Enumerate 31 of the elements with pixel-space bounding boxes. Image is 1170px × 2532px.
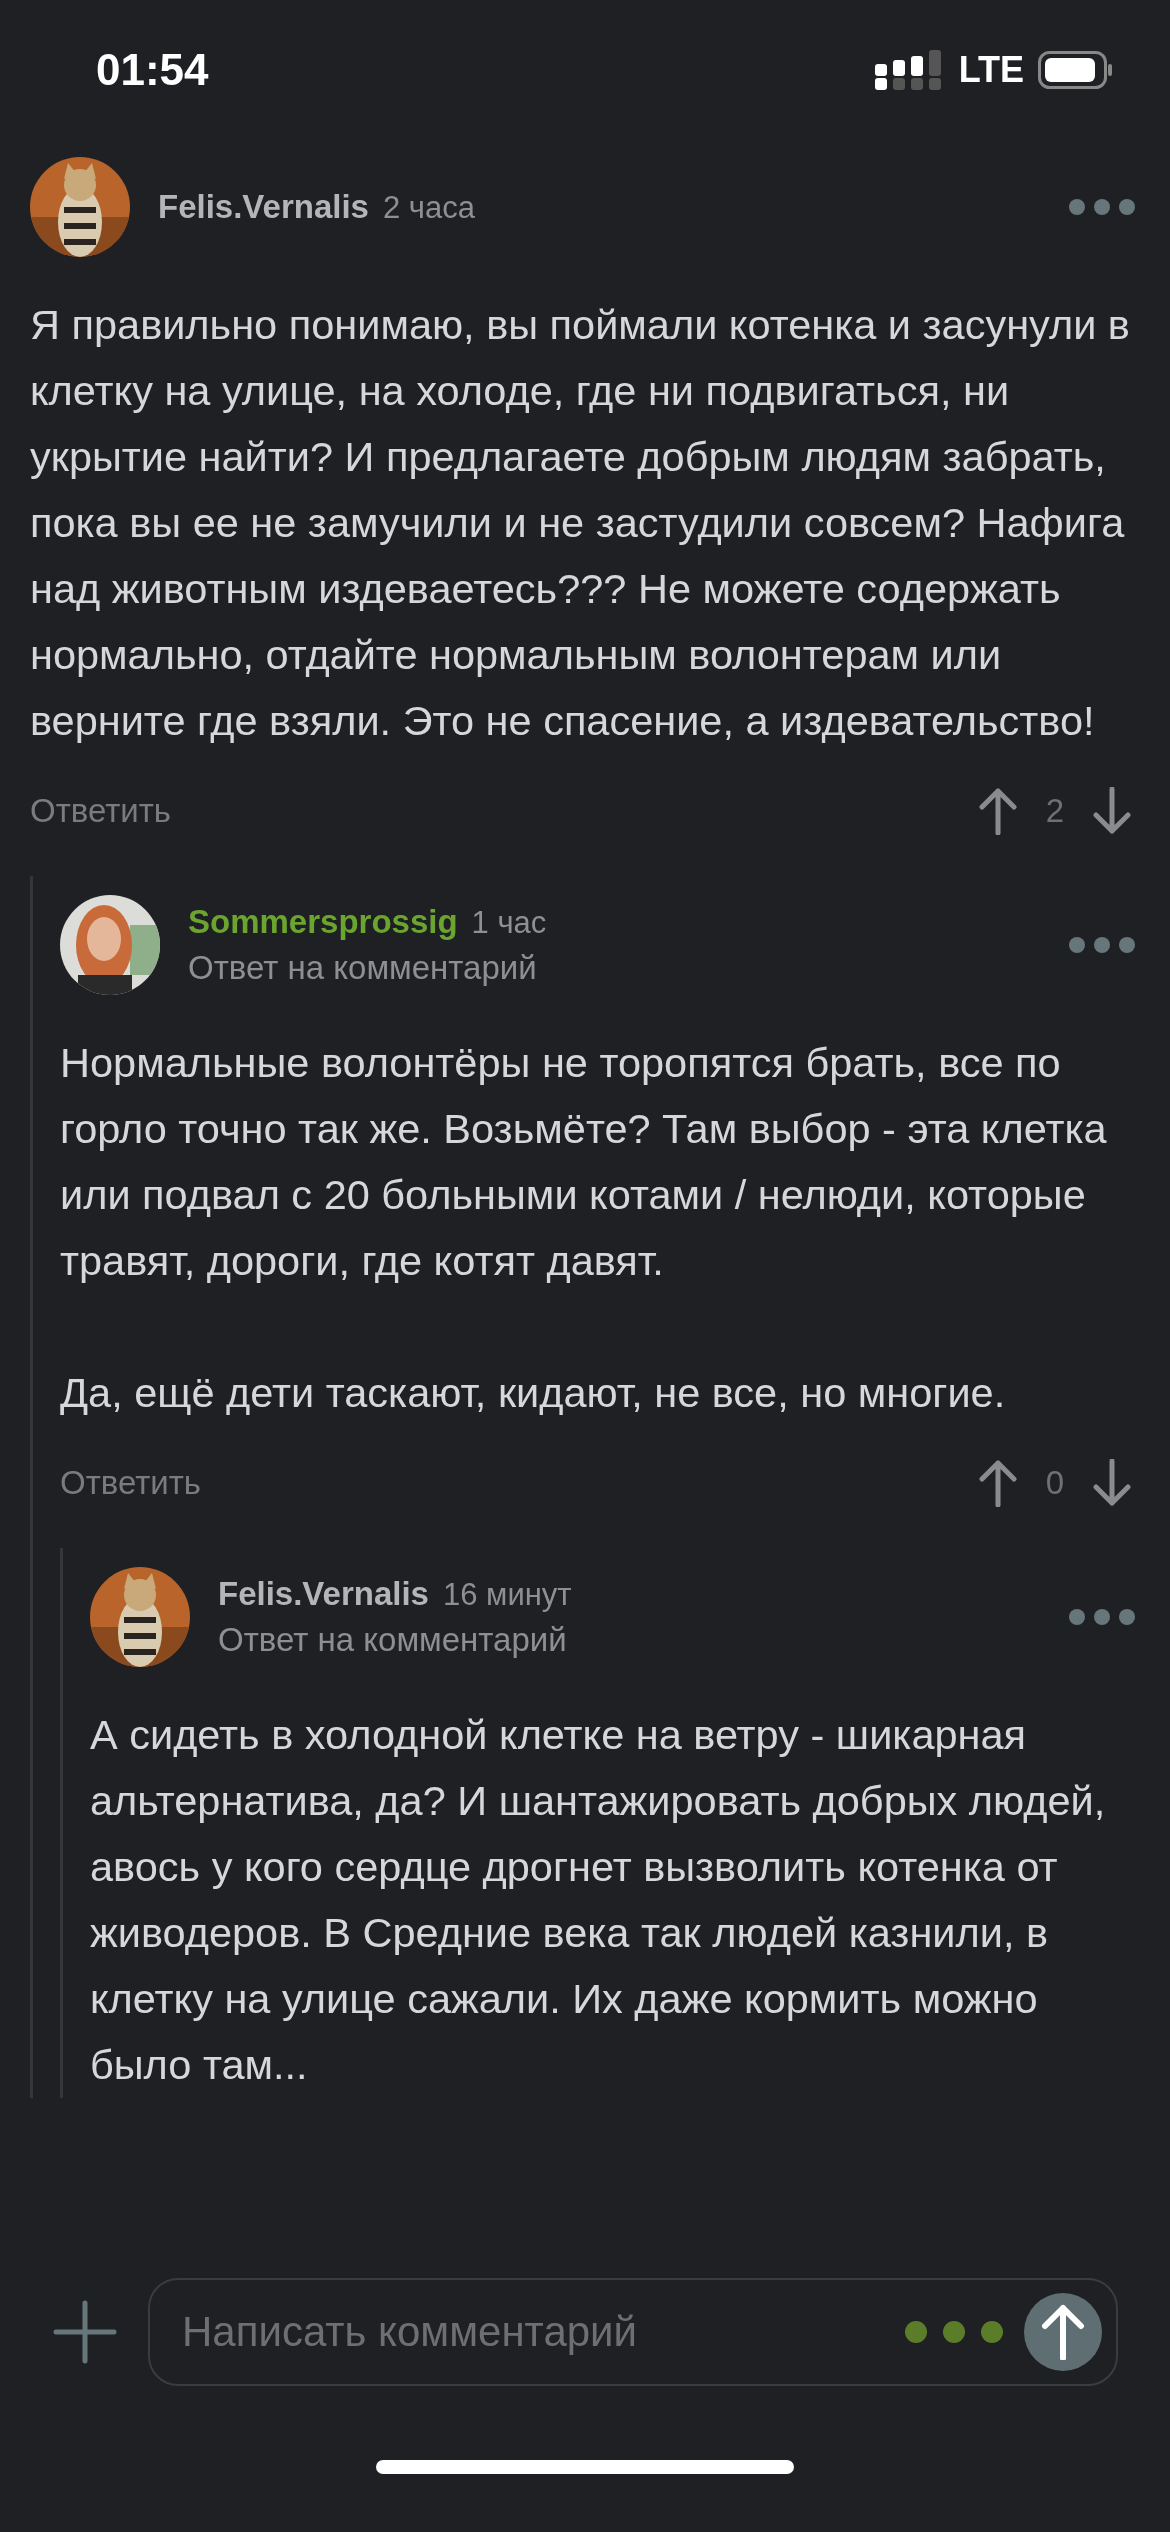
reply-to-label[interactable]: Ответ на комментарий	[218, 1621, 1068, 1659]
arrow-up-icon	[1041, 2304, 1085, 2360]
comment-text: Нормальные волонтёры не торопятся брать, все по горло точно так же. Возьмёте? Там выбор - эта клетка или подвал с 20 больными котами / нелюди, которые травят, дороги, где котят давят.	[60, 1038, 1108, 1286]
timestamp: 1 час	[471, 905, 547, 941]
more-icon[interactable]	[1068, 1608, 1136, 1626]
upvote-icon[interactable]	[977, 1459, 1018, 1507]
comment-field[interactable]: Написать комментарий	[148, 2278, 1118, 2386]
reply-to-label[interactable]: Ответ на комментарий	[188, 949, 1068, 987]
battery-icon	[1038, 51, 1112, 89]
author-name[interactable]: Felis.Vernalis	[158, 188, 369, 226]
author-name[interactable]: Sommersprossig	[188, 903, 458, 941]
comment-input[interactable]: Написать комментарий	[180, 2307, 884, 2357]
more-icon[interactable]	[1068, 936, 1136, 954]
downvote-icon[interactable]	[1092, 787, 1132, 835]
upvote-icon[interactable]	[977, 787, 1018, 835]
comment-text: Я правильно понимаю, вы поймали котенка и засунули в клетку на улице, на холоде, где ни подвигаться, ни укрытие найти? И предлагаете добрым людям забрать, пока вы ее не замучили и не застудили совсем? Нафига над животным издеваетесь??? Не можете содержать нормально, отдайте нормальным волонтерам или верните где взяли. Это не спасение, а издевательство!	[30, 300, 1131, 746]
timestamp: 16 минут	[442, 1577, 572, 1613]
downvote-icon[interactable]	[1092, 1459, 1132, 1507]
network-label: LTE	[958, 49, 1024, 91]
comment-text: Да, ещё дети таскают, кидают, не все, но многие.	[60, 1368, 1007, 1418]
add-icon[interactable]	[52, 2299, 118, 2365]
author-name[interactable]: Felis.Vernalis	[218, 1575, 429, 1613]
reply-link[interactable]: Ответить	[30, 792, 172, 830]
reply-link[interactable]: Ответить	[60, 1464, 202, 1502]
typing-icon	[904, 2318, 1004, 2346]
vote-count: 2	[1045, 792, 1064, 830]
more-icon[interactable]	[1068, 198, 1136, 216]
timestamp: 2 часа	[382, 190, 475, 226]
vote-count: 0	[1045, 1464, 1064, 1502]
clock: 01:54	[96, 45, 209, 95]
comment-text: А сидеть в холодной клетке на ветру - шикарная альтернатива, да? И шантажировать добрых людей, авось у кого сердце дрогнет вызволить котенка от живодеров. В Средние века так людей казнили, в клетку на улице сажали. Их даже кормить можно было там...	[90, 1710, 1107, 2090]
